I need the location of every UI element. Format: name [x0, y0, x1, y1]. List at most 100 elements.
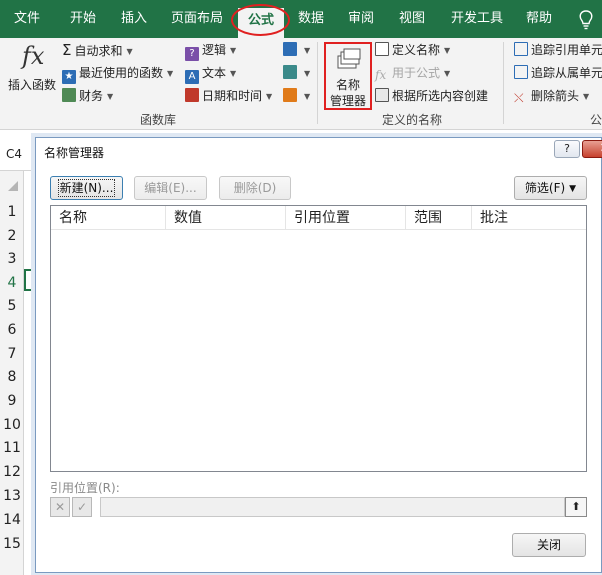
remove-arrows-button[interactable]: ⤬ 删除箭头 ▼ — [514, 86, 589, 106]
trace-precedents-button[interactable]: 追踪引用单元 — [514, 40, 602, 60]
tab-insert[interactable]: 插入 — [110, 0, 158, 38]
clock-book-icon — [185, 88, 199, 102]
close-button[interactable]: 关闭 — [512, 533, 586, 557]
row-header-3[interactable]: 3 — [0, 251, 24, 267]
tab-review[interactable]: 审阅 — [340, 0, 382, 38]
remove-arrows-icon: ⤬ — [514, 91, 524, 105]
question-book-icon: ? — [185, 47, 199, 61]
chevron-down-icon: ▼ — [583, 92, 590, 101]
trace-precedents-icon — [514, 42, 528, 56]
names-list[interactable]: 名称 数值 引用位置 范围 批注 — [50, 205, 587, 472]
confirm-edit-icon[interactable]: ✓ — [72, 497, 92, 517]
tab-file[interactable]: 文件 — [0, 0, 54, 38]
tab-help[interactable]: 帮助 — [518, 0, 560, 38]
ribbon-tab-bar: 文件 开始 插入 页面布局 公式 数据 审阅 视图 开发工具 帮助 — [0, 0, 602, 38]
row-header-9[interactable]: 9 — [0, 393, 24, 409]
chevron-down-icon: ▼ — [266, 92, 273, 101]
name-manager-label-1: 名称 — [335, 78, 360, 92]
ribbon-formulas: fx 插入函数 Σ 自动求和 ▼ ★ 最近使用的函数 ▼ 财务 ▼ ? 逻辑 ▼ A 文本 ▼ 日… — [0, 38, 602, 130]
math-button[interactable]: ▼ — [283, 63, 310, 83]
column-header-name[interactable]: 名称 — [51, 206, 166, 230]
insert-function-icon[interactable]: fx — [22, 42, 44, 70]
group-separator — [317, 42, 318, 124]
filter-button[interactable]: 筛选(F) ▼ — [514, 176, 587, 200]
define-name-icon — [375, 42, 389, 56]
refers-to-input[interactable] — [100, 497, 565, 517]
row-header-7[interactable]: 7 — [0, 346, 24, 362]
chevron-down-icon: ▼ — [444, 69, 451, 78]
more-book-icon — [283, 88, 297, 102]
close-window-button[interactable]: ✕ — [582, 140, 602, 158]
row-header-15[interactable]: 15 — [0, 536, 24, 552]
tab-page-layout[interactable]: 页面布局 — [162, 0, 232, 38]
row-header-8[interactable]: 8 — [0, 369, 24, 385]
define-name-button[interactable]: 定义名称 ▼ — [375, 40, 450, 60]
recent-functions-button[interactable]: ★ 最近使用的函数 ▼ — [62, 63, 173, 84]
column-header-scope[interactable]: 范围 — [406, 206, 472, 230]
name-manager-button[interactable]: 名称 管理器 — [324, 42, 372, 110]
row-header-13[interactable]: 13 — [0, 488, 24, 504]
lookup-button[interactable]: ▼ — [283, 40, 310, 60]
autosum-button[interactable]: Σ 自动求和 ▼ — [62, 40, 133, 60]
cancel-edit-icon[interactable]: ✕ — [50, 497, 70, 517]
more-functions-button[interactable]: ▼ — [283, 86, 310, 106]
help-button[interactable]: ? — [554, 140, 580, 158]
chevron-down-icon: ▼ — [569, 184, 577, 194]
row-header-11[interactable]: 11 — [0, 440, 24, 456]
use-in-formula-button[interactable]: fx 用于公式 ▼ — [375, 63, 450, 83]
create-from-selection-button[interactable]: 根据所选内容创建 — [375, 86, 488, 106]
star-icon: ★ — [62, 70, 76, 84]
row-header-5[interactable]: 5 — [0, 298, 24, 314]
delete-name-button[interactable]: 删除(D) — [219, 176, 291, 200]
chevron-down-icon: ▼ — [444, 46, 451, 55]
create-from-selection-icon — [375, 88, 389, 102]
chevron-down-icon: ▼ — [304, 46, 311, 55]
text-functions-button[interactable]: A 文本 ▼ — [185, 63, 237, 84]
column-header-refers-to[interactable]: 引用位置 — [286, 206, 406, 230]
chevron-down-icon: ▼ — [230, 69, 237, 78]
tab-home[interactable]: 开始 — [56, 0, 110, 38]
name-manager-label-2: 管理器 — [329, 94, 366, 108]
row-header-6[interactable]: 6 — [0, 322, 24, 338]
group-separator — [503, 42, 504, 124]
row-header-2[interactable]: 2 — [0, 228, 24, 244]
chevron-down-icon: ▼ — [304, 92, 311, 101]
sigma-icon: Σ — [62, 41, 72, 59]
financial-book-icon — [62, 88, 76, 102]
tab-data[interactable]: 数据 — [290, 0, 332, 38]
tab-view[interactable]: 视图 — [390, 0, 434, 38]
math-book-icon — [283, 65, 297, 79]
chevron-down-icon: ▼ — [126, 47, 133, 56]
insert-function-button[interactable]: 插入函数 — [8, 76, 56, 93]
tab-formulas[interactable]: 公式 — [238, 8, 284, 38]
names-list-header: 名称 数值 引用位置 范围 批注 — [51, 206, 586, 230]
row-header-12[interactable]: 12 — [0, 464, 24, 480]
tab-developer[interactable]: 开发工具 — [440, 0, 514, 38]
datetime-button[interactable]: 日期和时间 ▼ — [185, 86, 272, 106]
text-book-icon: A — [185, 70, 199, 84]
new-name-button[interactable]: 新建(N)... — [50, 176, 123, 200]
name-manager-dialog: 名称管理器 ? ✕ 新建(N)... 编辑(E)... 删除(D) 筛选(F)▼… — [35, 137, 602, 573]
row-header-1[interactable]: 1 — [0, 204, 24, 220]
chevron-down-icon: ▼ — [304, 69, 311, 78]
trace-dependents-icon — [514, 65, 528, 79]
fx-small-icon: fx — [375, 68, 387, 82]
chevron-down-icon: ▼ — [230, 46, 237, 55]
dialog-title: 名称管理器 — [44, 146, 105, 160]
column-header-value[interactable]: 数值 — [166, 206, 286, 230]
row-header-14[interactable]: 14 — [0, 512, 24, 528]
name-box[interactable]: C4 — [6, 147, 22, 161]
tell-me-lightbulb-icon[interactable] — [578, 10, 594, 30]
chevron-down-icon: ▼ — [107, 92, 114, 101]
tags-icon — [337, 48, 361, 69]
logical-button[interactable]: ? 逻辑 ▼ — [185, 40, 237, 61]
row-header-4[interactable]: 4 — [0, 275, 24, 291]
financial-button[interactable]: 财务 ▼ — [62, 86, 113, 106]
select-all-corner[interactable] — [8, 181, 18, 191]
refers-to-label: 引用位置(R): — [50, 481, 120, 495]
row-header-10[interactable]: 10 — [0, 417, 24, 433]
collapse-dialog-icon[interactable]: ⬆ — [565, 497, 587, 517]
trace-dependents-button[interactable]: 追踪从属单元 — [514, 63, 602, 83]
column-header-comment[interactable]: 批注 — [472, 206, 586, 230]
edit-name-button[interactable]: 编辑(E)... — [134, 176, 207, 200]
